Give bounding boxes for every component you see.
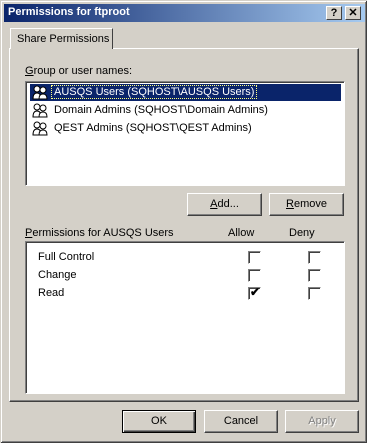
list-item[interactable]: AUSQS Users (SQHOST\AUSQS Users) xyxy=(30,84,341,101)
list-item-label: AUSQS Users (SQHOST\AUSQS Users) xyxy=(50,85,258,99)
window-title: Permissions for ftproot xyxy=(8,6,130,18)
permission-name: Change xyxy=(38,269,77,281)
users-group-icon xyxy=(32,85,48,100)
tab-share-permissions[interactable]: Share Permissions xyxy=(10,28,113,49)
deny-checkbox[interactable] xyxy=(308,251,321,264)
deny-checkbox[interactable] xyxy=(308,287,321,300)
add-button-label: Add... xyxy=(210,198,239,210)
close-button[interactable]: ✕ xyxy=(345,6,361,20)
apply-button-label: Apply xyxy=(308,415,336,427)
list-item[interactable]: Domain Admins (SQHOST\Domain Admins) xyxy=(30,102,341,119)
permissions-label: Permissions for AUSQS Users xyxy=(25,227,174,239)
ok-button-label: OK xyxy=(151,415,167,427)
check-icon: ✔ xyxy=(250,285,261,299)
deny-header: Deny xyxy=(289,227,315,239)
help-icon: ? xyxy=(330,7,338,19)
allow-header: Allow xyxy=(228,227,255,239)
ok-button[interactable]: OK xyxy=(122,410,196,433)
remove-button[interactable]: Remove xyxy=(269,193,344,216)
apply-button[interactable]: Apply xyxy=(285,410,359,433)
permission-name: Full Control xyxy=(38,251,95,263)
group-user-list[interactable]: AUSQS Users (SQHOST\AUSQS Users) Domain … xyxy=(25,81,345,186)
permissions-list: Full Control Change Read ✔ xyxy=(25,241,345,394)
permission-row-change: Change xyxy=(38,267,338,283)
deny-checkbox[interactable] xyxy=(308,269,321,282)
tab-label: Share Permissions xyxy=(17,33,110,45)
remove-button-label: Remove xyxy=(286,198,327,210)
cancel-button-label: Cancel xyxy=(223,415,259,427)
close-icon: ✕ xyxy=(348,7,358,19)
allow-checkbox[interactable] xyxy=(248,269,261,282)
permissions-dialog: Permissions for ftproot ? ✕ Share Permis… xyxy=(0,0,367,443)
list-item[interactable]: QEST Admins (SQHOST\QEST Admins) xyxy=(30,120,341,137)
allow-checkbox[interactable]: ✔ xyxy=(248,285,261,300)
permission-name: Read xyxy=(38,287,65,299)
users-group-icon xyxy=(32,121,48,136)
list-item-label: Domain Admins (SQHOST\Domain Admins) xyxy=(54,104,268,116)
title-bar[interactable]: Permissions for ftproot ? ✕ xyxy=(4,4,365,22)
help-button[interactable]: ? xyxy=(326,6,342,20)
cancel-button[interactable]: Cancel xyxy=(204,410,278,433)
allow-checkbox[interactable] xyxy=(248,251,261,264)
list-item-label: QEST Admins (SQHOST\QEST Admins) xyxy=(54,122,252,134)
permission-row-full-control: Full Control xyxy=(38,249,338,265)
group-list-label: Group or user names: xyxy=(25,65,132,77)
permission-row-read: Read ✔ xyxy=(38,285,338,301)
add-button[interactable]: Add... xyxy=(187,193,262,216)
users-group-icon xyxy=(32,103,48,118)
